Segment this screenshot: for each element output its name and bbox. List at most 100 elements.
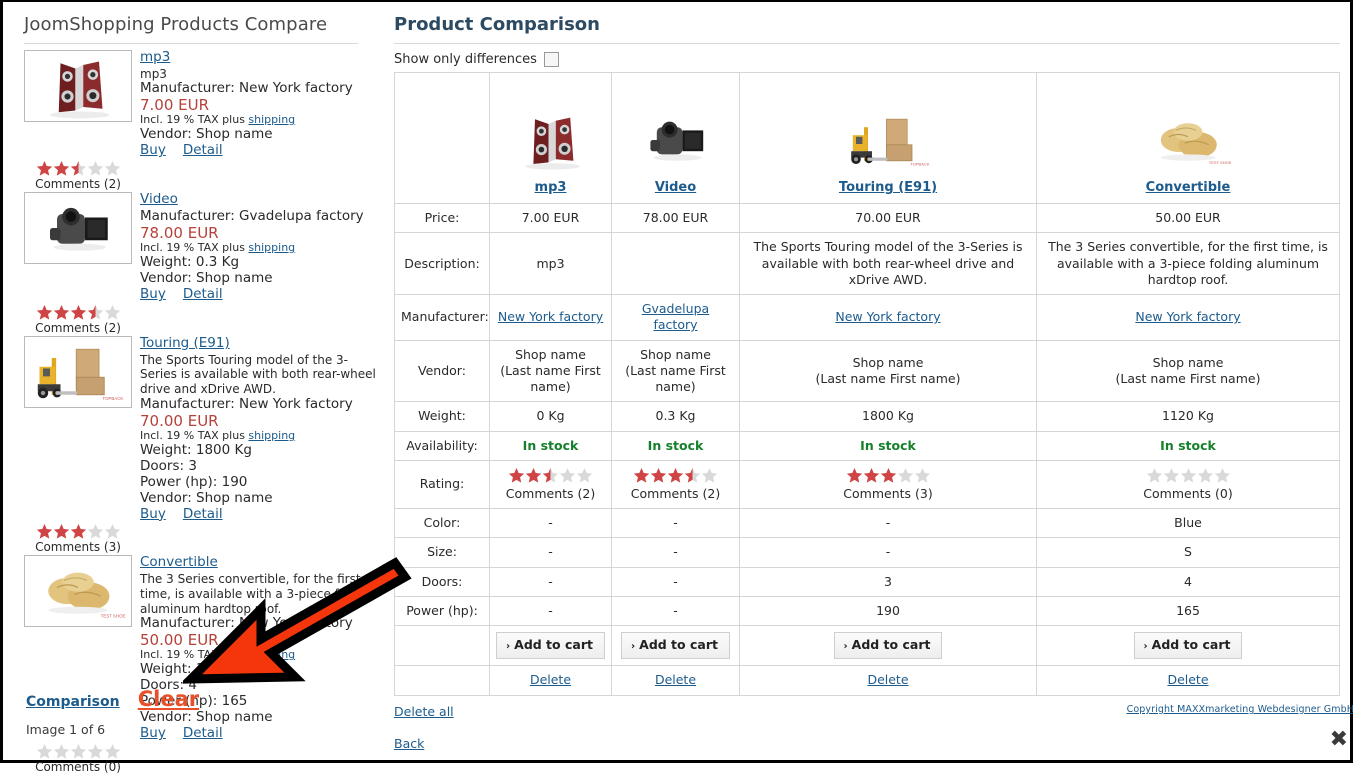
buy-link[interactable]: Buy xyxy=(140,286,166,302)
add-to-cart-button[interactable]: › Add to cart xyxy=(833,632,943,660)
cell-doors: - xyxy=(611,566,740,597)
shipping-link[interactable]: shipping xyxy=(248,113,295,126)
forklift-thumb[interactable]: TOPBACK xyxy=(840,107,936,176)
detail-link[interactable]: Detail xyxy=(183,725,223,741)
product-header-link[interactable]: Convertible xyxy=(1146,180,1231,197)
star-rating-icon xyxy=(24,160,132,177)
cell-doors: 4 xyxy=(1036,566,1340,597)
chevron-right-icon: › xyxy=(1143,641,1148,652)
sidebar-product-rating: Comments (3) xyxy=(24,522,132,554)
sidebar-product-comments[interactable]: Comments (3) xyxy=(35,540,121,554)
shoes-thumb[interactable]: TEST SHOE xyxy=(24,555,132,628)
row-label: Availability: xyxy=(394,430,490,461)
sidebar-product-rating: Comments (2) xyxy=(24,159,132,191)
manufacturer-link[interactable]: Gvadelupa factory xyxy=(642,301,709,332)
table-row: Price: 7.00 EUR 78.00 EUR 70.00 EUR 50.00 EU… xyxy=(394,202,1340,234)
delete-link[interactable]: Delete xyxy=(1167,672,1208,687)
cell-power: 190 xyxy=(739,595,1037,627)
detail-link[interactable]: Detail xyxy=(183,286,223,302)
sidebar-product-name-link[interactable]: Video xyxy=(140,191,376,208)
star-rating-icon xyxy=(1043,467,1333,484)
comparison-link[interactable]: Comparison xyxy=(26,694,120,710)
delete-link[interactable]: Delete xyxy=(867,672,908,687)
detail-link[interactable]: Detail xyxy=(183,506,223,522)
shoes-thumb[interactable]: TEST SHOE xyxy=(1140,107,1236,176)
cell-weight: 0.3 Kg xyxy=(611,401,740,432)
add-to-cart-button[interactable]: › Add to cart xyxy=(496,632,605,660)
buy-link[interactable]: Buy xyxy=(140,506,166,522)
comments-link[interactable]: Comments (2) xyxy=(631,486,720,501)
row-label-blank xyxy=(394,624,490,667)
sidebar-product-comments[interactable]: Comments (0) xyxy=(35,760,121,774)
shipping-link[interactable]: shipping xyxy=(248,241,295,254)
row-label: Color: xyxy=(394,507,490,539)
availability-value: In stock xyxy=(1160,437,1216,453)
sidebar-product-info: Video Manufacturer: Gvadelupa factory 78.0… xyxy=(140,191,376,303)
clear-link[interactable]: Clear xyxy=(138,687,199,711)
product-header-link[interactable]: Touring (E91) xyxy=(839,180,937,197)
comments-link[interactable]: Comments (0) xyxy=(1143,486,1232,501)
cell-color: - xyxy=(611,507,740,539)
show-only-differences-checkbox[interactable] xyxy=(543,52,559,67)
sidebar-product-comments[interactable]: Comments (2) xyxy=(35,321,121,335)
sidebar-product-vendor: Vendor: Shop name xyxy=(140,709,273,726)
forklift-thumb[interactable]: TOPBACK xyxy=(24,335,132,408)
sidebar-product-vendor: Vendor: Shop name xyxy=(140,489,273,506)
buy-link[interactable]: Buy xyxy=(140,725,166,741)
comments-link[interactable]: Comments (2) xyxy=(506,486,595,501)
camcorder-thumb[interactable] xyxy=(24,192,132,265)
sidebar-product-price: 50.00 EUR xyxy=(140,631,219,650)
row-label: Size: xyxy=(394,537,490,568)
vendor-contact: (Last name First name) xyxy=(1115,370,1261,386)
chevron-right-icon: › xyxy=(843,641,848,652)
sidebar-product-name-link[interactable]: Touring (E91) xyxy=(140,335,376,352)
buy-link[interactable]: Buy xyxy=(140,142,166,158)
sidebar-product-price: 70.00 EUR xyxy=(140,411,219,430)
comments-link[interactable]: Comments (3) xyxy=(843,486,932,501)
cell-size: - xyxy=(739,537,1037,568)
back-link[interactable]: Back xyxy=(394,736,1340,751)
product-header-link[interactable]: mp3 xyxy=(535,180,567,197)
sidebar-product-rating: Comments (2) xyxy=(24,303,132,335)
manufacturer-link[interactable]: New York factory xyxy=(1135,309,1240,324)
copyright-link[interactable]: Copyright MAXXmarketing Webdesigner GmbH xyxy=(1127,704,1353,715)
cell-description: The Sports Touring model of the 3-Series… xyxy=(739,232,1037,295)
cell-rating: Comments (2) xyxy=(489,459,612,510)
shipping-link[interactable]: shipping xyxy=(248,429,295,442)
delete-link[interactable]: Delete xyxy=(655,672,696,687)
chevron-right-icon: › xyxy=(506,641,511,652)
cell-color: - xyxy=(739,507,1037,539)
row-label-blank xyxy=(394,665,490,696)
cell-price: 70.00 EUR xyxy=(739,202,1037,234)
cell-availability: In stock xyxy=(1036,430,1340,461)
table-row: Rating: Comments (2) Comments (2) Comments … xyxy=(394,459,1340,510)
camcorder-thumb[interactable] xyxy=(627,107,724,176)
sidebar-product-weight: Weight: 1800 Kg xyxy=(140,441,252,458)
add-to-cart-button[interactable]: › Add to cart xyxy=(1133,632,1243,660)
sidebar-product-description: The Sports Touring model of the 3-Series… xyxy=(140,352,376,397)
sidebar-product-list: mp3 mp3 Manufacturer: New York factory 7.00… xyxy=(24,49,376,774)
sidebar-product-comments[interactable]: Comments (2) xyxy=(35,177,121,191)
sidebar-product-name-link[interactable]: Convertible xyxy=(140,555,376,571)
detail-link[interactable]: Detail xyxy=(183,142,223,158)
speakers-thumb[interactable] xyxy=(24,50,132,122)
speakers-thumb[interactable] xyxy=(502,107,599,176)
manufacturer-link[interactable]: New York factory xyxy=(498,309,603,324)
sidebar-product-name-link[interactable]: mp3 xyxy=(140,49,376,66)
availability-value: In stock xyxy=(860,437,916,453)
cell-color: - xyxy=(489,507,612,539)
cell-delete: Delete xyxy=(739,665,1037,696)
close-icon[interactable]: ✖ xyxy=(1330,729,1348,751)
add-to-cart-button[interactable]: › Add to cart xyxy=(621,632,730,660)
table-row: Delete Delete Delete Delete xyxy=(394,665,1340,696)
sidebar-title-divider xyxy=(24,43,358,44)
cell-power: - xyxy=(611,595,740,627)
manufacturer-link[interactable]: New York factory xyxy=(835,309,940,324)
product-header-cell: TOPBACK Touring (E91) xyxy=(739,72,1037,204)
shipping-link[interactable]: shipping xyxy=(248,648,295,661)
sidebar-product-manufacturer: Manufacturer: Gvadelupa factory xyxy=(140,207,364,224)
cell-add-to-cart: › Add to cart xyxy=(1036,624,1340,667)
cell-delete: Delete xyxy=(611,665,740,696)
delete-link[interactable]: Delete xyxy=(530,672,571,687)
product-header-link[interactable]: Video xyxy=(655,180,696,197)
